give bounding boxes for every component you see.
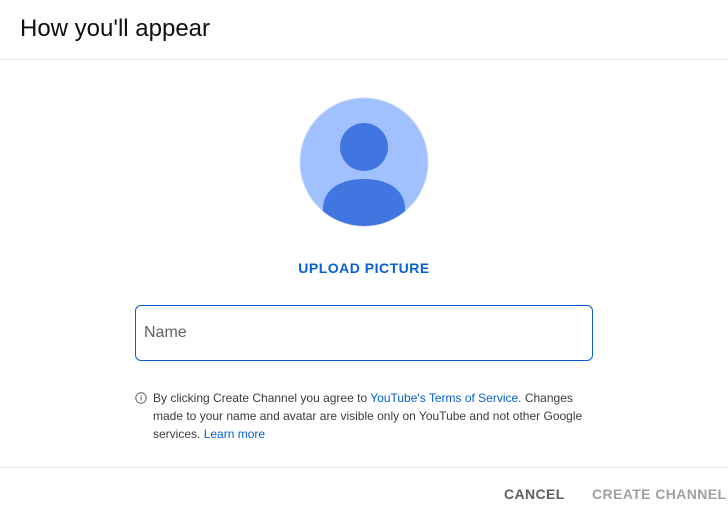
name-field[interactable] bbox=[135, 305, 593, 361]
info-icon bbox=[135, 392, 147, 404]
cancel-button[interactable]: CANCEL bbox=[504, 485, 565, 503]
terms-of-service-link[interactable]: YouTube's Terms of Service bbox=[370, 391, 518, 405]
upload-picture-button[interactable]: UPLOAD PICTURE bbox=[298, 260, 429, 276]
learn-more-link[interactable]: Learn more bbox=[204, 427, 265, 441]
upload-picture-container: UPLOAD PICTURE bbox=[0, 259, 728, 277]
notice-text-before: By clicking Create Channel you agree to bbox=[153, 391, 371, 405]
dialog-footer: CANCEL CREATE CHANNEL bbox=[0, 467, 728, 517]
create-channel-dialog: How you'll appear UPLOAD PICTURE By clic… bbox=[0, 0, 728, 517]
default-avatar-icon bbox=[299, 97, 429, 227]
notice-text: By clicking Create Channel you agree to … bbox=[153, 389, 595, 443]
dialog-title: How you'll appear bbox=[20, 15, 211, 42]
name-input[interactable] bbox=[144, 306, 584, 360]
avatar bbox=[299, 97, 429, 227]
dialog-header: How you'll appear bbox=[0, 0, 728, 60]
create-channel-button[interactable]: CREATE CHANNEL bbox=[592, 485, 726, 503]
